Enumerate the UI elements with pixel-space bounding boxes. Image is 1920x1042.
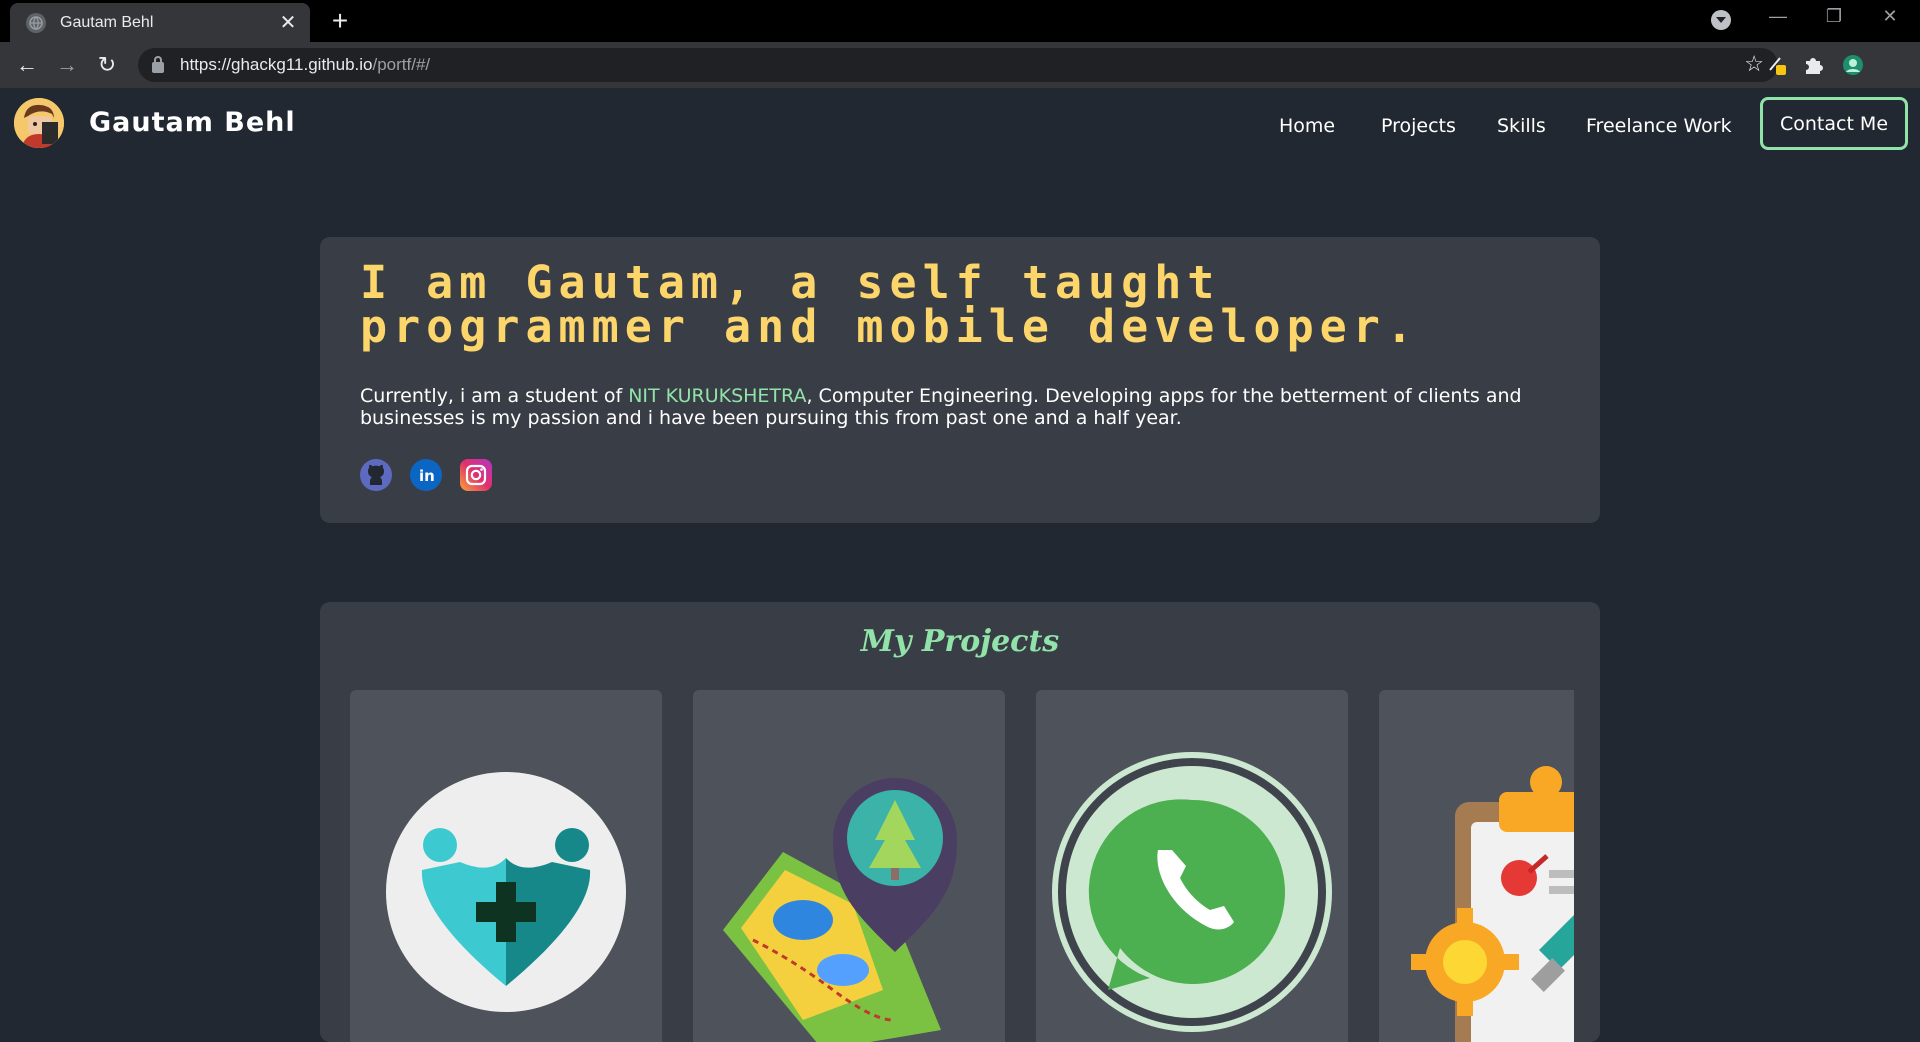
social-links: in: [360, 459, 1560, 491]
project-card[interactable]: [350, 690, 662, 1042]
close-tab-icon[interactable]: ✕: [278, 10, 298, 35]
extensions-puzzle-icon[interactable]: [1802, 54, 1824, 76]
tab-search-icon[interactable]: [1711, 10, 1731, 30]
project-card[interactable]: [1379, 690, 1574, 1042]
whatsapp-icon: [1052, 752, 1332, 1032]
intro-text: Currently, i am a student of NIT KURUKSH…: [360, 385, 1522, 429]
portfolio-page: Gautam Behl Home Projects Skills Freelan…: [0, 88, 1920, 1042]
map-pin-tree-icon: [723, 777, 957, 1042]
window-close-icon[interactable]: ✕: [1870, 6, 1910, 27]
reload-icon[interactable]: ↻: [92, 50, 122, 80]
profile-avatar-icon[interactable]: [1842, 54, 1864, 76]
intro-panel: I am Gautam, a self taught programmer an…: [320, 237, 1600, 523]
lock-icon: [152, 55, 164, 73]
forward-icon[interactable]: →: [52, 50, 82, 80]
url-text: https://ghackg11.github.io/portf/#/: [180, 55, 431, 74]
project-card[interactable]: [1036, 690, 1348, 1042]
address-bar[interactable]: https://ghackg11.github.io/portf/#/ ☆: [138, 48, 1778, 82]
github-icon[interactable]: [360, 459, 392, 491]
bookmark-star-icon[interactable]: ☆: [1744, 51, 1764, 77]
nav-link-home[interactable]: Home: [1279, 115, 1335, 137]
nav-link-freelance-work[interactable]: Freelance Work: [1586, 115, 1732, 137]
restore-icon[interactable]: ❐: [1814, 6, 1854, 27]
minimize-icon[interactable]: —: [1758, 6, 1798, 27]
extension-pen-icon[interactable]: [1766, 54, 1788, 76]
back-icon[interactable]: ←: [12, 50, 42, 80]
brand-name[interactable]: Gautam Behl: [89, 107, 296, 138]
svg-text:in: in: [419, 467, 435, 485]
browser-tab[interactable]: Gautam Behl ✕: [10, 3, 310, 42]
instagram-icon[interactable]: [460, 459, 492, 491]
nav-link-projects[interactable]: Projects: [1381, 115, 1456, 137]
projects-carousel[interactable]: [350, 690, 1574, 1042]
browser-toolbar: ← → ↻ https://ghackg11.github.io/portf/#…: [0, 42, 1920, 88]
nav-link-skills[interactable]: Skills: [1497, 115, 1546, 137]
avatar[interactable]: [14, 98, 64, 148]
projects-title: My Projects: [860, 624, 1060, 659]
college-link[interactable]: NIT KURUKSHETRA: [628, 385, 806, 407]
intro-heading: I am Gautam, a self taught programmer an…: [360, 256, 1419, 353]
new-tab-button[interactable]: +: [325, 6, 355, 36]
linkedin-icon[interactable]: in: [410, 459, 442, 491]
site-navbar: Gautam Behl Home Projects Skills Freelan…: [0, 88, 1920, 163]
healthcare-icon: [386, 772, 626, 1012]
project-card[interactable]: [693, 690, 1005, 1042]
contact-me-button[interactable]: Contact Me: [1760, 97, 1908, 150]
tab-title: Gautam Behl: [60, 13, 154, 31]
browser-tab-bar: Gautam Behl ✕ + — ❐ ✕: [0, 0, 1920, 42]
clipboard-gear-icon: [1411, 766, 1574, 1042]
projects-section: My Projects: [320, 602, 1600, 1042]
globe-icon: [26, 12, 46, 33]
